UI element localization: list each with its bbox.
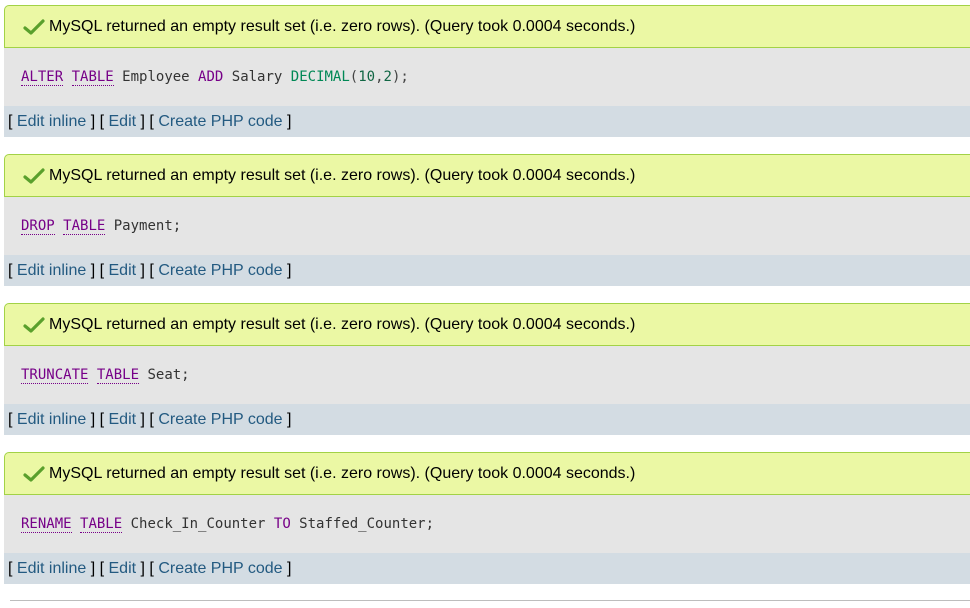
success-message: MySQL returned an empty result set (i.e.… — [4, 154, 970, 197]
sql-query: DROP TABLE Payment; — [4, 197, 970, 255]
success-text: MySQL returned an empty result set (i.e.… — [49, 17, 636, 35]
sql-query: RENAME TABLE Check_In_Counter TO Staffed… — [4, 495, 970, 553]
query-result-block: MySQL returned an empty result set (i.e.… — [4, 452, 970, 584]
sql-token: 2 — [383, 69, 392, 85]
sql-token: DECIMAL — [290, 69, 350, 85]
bracket: ] [ — [136, 112, 159, 130]
success-text: MySQL returned an empty result set (i.e.… — [49, 166, 636, 184]
edit-inline-link[interactable]: Edit inline — [17, 560, 86, 578]
check-icon — [23, 18, 45, 35]
sql-token: Seat; — [139, 367, 190, 383]
bracket: ] [ — [136, 410, 159, 428]
sql-keyword-link[interactable]: TABLE — [71, 69, 114, 86]
divider — [10, 600, 970, 601]
edit-link[interactable]: Edit — [109, 560, 137, 578]
sql-token: Staffed_Counter; — [290, 516, 435, 532]
sql-token: TO — [273, 516, 291, 532]
bracket: ] — [282, 261, 292, 279]
bracket: [ — [8, 261, 17, 279]
success-message: MySQL returned an empty result set (i.e.… — [4, 452, 970, 495]
sql-token: , — [375, 69, 384, 85]
bracket: ] [ — [86, 410, 109, 428]
query-actions: [ Edit inline ] [ Edit ] [ Create PHP co… — [4, 255, 970, 286]
bracket: [ — [8, 410, 17, 428]
query-actions: [ Edit inline ] [ Edit ] [ Create PHP co… — [4, 106, 970, 137]
create-php-code-link[interactable]: Create PHP code — [158, 411, 282, 429]
query-result-block: MySQL returned an empty result set (i.e.… — [4, 303, 970, 435]
bracket: ] [ — [136, 261, 159, 279]
sql-token: 10 — [358, 69, 376, 85]
bracket: [ — [8, 559, 17, 577]
bracket: ] — [282, 112, 292, 130]
check-icon — [23, 316, 45, 333]
check-icon — [23, 167, 45, 184]
sql-token: ); — [391, 69, 409, 85]
sql-keyword-link[interactable]: DROP — [21, 218, 55, 235]
sql-token: Payment; — [105, 218, 182, 234]
edit-inline-link[interactable]: Edit inline — [17, 262, 86, 280]
create-php-code-link[interactable]: Create PHP code — [158, 113, 282, 131]
create-php-code-link[interactable]: Create PHP code — [158, 560, 282, 578]
bracket: [ — [8, 112, 17, 130]
query-result-block: MySQL returned an empty result set (i.e.… — [4, 154, 970, 286]
success-message: MySQL returned an empty result set (i.e.… — [4, 5, 970, 48]
sql-keyword-link[interactable]: TABLE — [63, 218, 106, 235]
sql-token: ADD — [198, 69, 224, 85]
bracket: ] [ — [136, 559, 159, 577]
sql-token: Check_In_Counter — [122, 516, 274, 532]
edit-link[interactable]: Edit — [109, 411, 137, 429]
query-actions: [ Edit inline ] [ Edit ] [ Create PHP co… — [4, 553, 970, 584]
bracket: ] — [282, 559, 292, 577]
sql-keyword-link[interactable]: TRUNCATE — [21, 367, 89, 384]
create-php-code-link[interactable]: Create PHP code — [158, 262, 282, 280]
sql-token: Salary — [223, 69, 291, 85]
bracket: ] — [282, 410, 292, 428]
sql-keyword-link[interactable]: RENAME — [21, 516, 72, 533]
query-result-block: MySQL returned an empty result set (i.e.… — [4, 5, 970, 137]
sql-token: Employee — [113, 69, 199, 85]
sql-keyword-link[interactable]: ALTER — [21, 69, 64, 86]
edit-link[interactable]: Edit — [109, 262, 137, 280]
sql-query: TRUNCATE TABLE Seat; — [4, 346, 970, 404]
success-text: MySQL returned an empty result set (i.e.… — [49, 464, 636, 482]
edit-inline-link[interactable]: Edit inline — [17, 113, 86, 131]
success-message: MySQL returned an empty result set (i.e.… — [4, 303, 970, 346]
sql-query: ALTER TABLE Employee ADD Salary DECIMAL(… — [4, 48, 970, 106]
bracket: ] [ — [86, 559, 109, 577]
edit-link[interactable]: Edit — [109, 113, 137, 131]
bracket: ] [ — [86, 261, 109, 279]
sql-keyword-link[interactable]: TABLE — [80, 516, 123, 533]
sql-keyword-link[interactable]: TABLE — [96, 367, 140, 384]
sql-token: ( — [349, 69, 359, 85]
query-actions: [ Edit inline ] [ Edit ] [ Create PHP co… — [4, 404, 970, 435]
check-icon — [23, 465, 45, 482]
bracket: ] [ — [86, 112, 109, 130]
success-text: MySQL returned an empty result set (i.e.… — [49, 315, 636, 333]
edit-inline-link[interactable]: Edit inline — [17, 411, 86, 429]
